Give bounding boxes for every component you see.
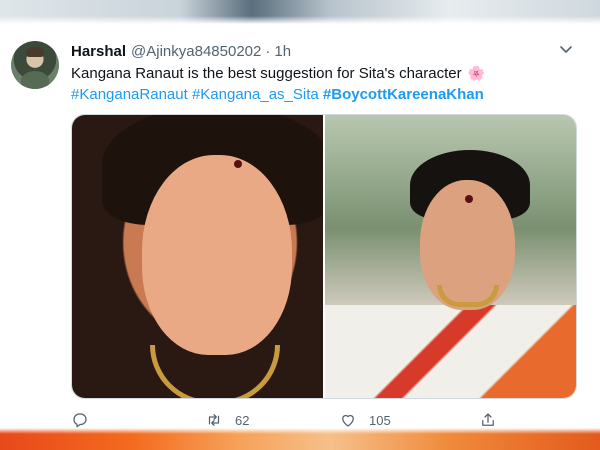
retweet-icon — [208, 414, 220, 426]
hashtag-line: #KanganaRanaut #Kangana_as_Sita #Boycott… — [71, 84, 484, 105]
reply-icon — [73, 413, 87, 428]
cherry-blossom-emoji: 🌸 — [467, 65, 486, 81]
header-separator: · — [265, 42, 271, 60]
tweet-header: Harshal @Ajinkya84850202 · 1h — [71, 41, 291, 61]
retweet-button[interactable]: 62 — [205, 411, 249, 429]
tweet-media-grid — [71, 114, 577, 399]
like-count: 105 — [369, 412, 391, 428]
more-options-chevron-icon[interactable] — [556, 42, 576, 58]
like-button[interactable]: 105 — [339, 411, 391, 429]
photo-bindi — [465, 195, 473, 203]
hashtag-link[interactable]: #Kangana_as_Sita — [192, 86, 319, 103]
media-photo-right[interactable] — [325, 115, 576, 398]
photo-saree — [325, 305, 576, 398]
tweet-text: Kangana Ranaut is the best suggestion fo… — [71, 63, 571, 84]
author-name[interactable]: Harshal — [71, 43, 126, 60]
tweet-body: Kangana Ranaut is the best suggestion fo… — [71, 65, 462, 82]
retweet-count: 62 — [235, 412, 250, 428]
tweet-actions-bar: 62 105 — [71, 410, 501, 430]
heart-icon — [342, 414, 354, 427]
hashtag-link[interactable]: #BoycottKareenaKhan — [323, 86, 484, 103]
avatar-collar — [21, 71, 49, 89]
photo-necklace — [150, 345, 280, 398]
reply-button[interactable] — [71, 411, 89, 429]
tweet-timestamp[interactable]: 1h — [274, 43, 291, 60]
hashtag-link[interactable]: #KanganaRanaut — [71, 86, 188, 103]
photo-face — [142, 155, 292, 355]
avatar-hair — [26, 47, 44, 57]
tweet-card[interactable]: Harshal @Ajinkya84850202 · 1h Kangana Ra… — [0, 24, 600, 428]
next-tweet-media-fragment — [0, 428, 600, 450]
previous-tweet-media-fragment — [0, 0, 600, 24]
avatar[interactable] — [11, 41, 59, 89]
share-button[interactable] — [479, 411, 497, 429]
media-photo-left[interactable] — [72, 115, 323, 398]
author-handle[interactable]: @Ajinkya84850202 — [131, 43, 261, 60]
photo-bindi — [234, 160, 242, 168]
share-icon — [482, 413, 494, 426]
